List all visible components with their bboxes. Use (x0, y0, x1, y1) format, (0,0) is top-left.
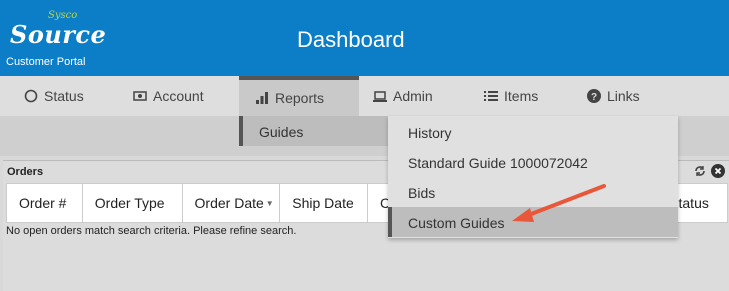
nav-item-reports[interactable]: Reports (239, 76, 359, 116)
sysco-source-logo[interactable]: Sysco Source (8, 10, 108, 50)
nav-item-admin[interactable]: Admin (373, 76, 433, 116)
app-header: Sysco Source Customer Portal Dashboard (0, 0, 729, 76)
refresh-icon[interactable] (693, 164, 707, 178)
column-header-order-type[interactable]: Order Type (83, 184, 183, 222)
dropdown-item-standard-guide[interactable]: Standard Guide 1000072042 (388, 147, 678, 177)
dropdown-item-bids[interactable]: Bids (388, 177, 678, 207)
sort-caret-icon: ▼ (265, 198, 274, 208)
nav-item-label: Items (504, 88, 539, 104)
panel-controls (693, 164, 725, 178)
nav-item-links[interactable]: ? Links (587, 76, 640, 116)
circle-icon (24, 89, 38, 103)
nav-item-label: Status (44, 88, 84, 104)
orders-panel-title: Orders (7, 166, 44, 178)
reports-dropdown-menu: History Standard Guide 1000072042 Bids C… (388, 116, 678, 238)
nav-item-account[interactable]: Account (133, 76, 204, 116)
nav-item-label: Account (153, 88, 204, 104)
list-icon (484, 89, 498, 103)
svg-text:?: ? (591, 92, 597, 103)
nav-item-label: Reports (275, 90, 325, 106)
nav-item-status[interactable]: Status (24, 76, 84, 116)
logo-source-text: Source (10, 20, 107, 49)
question-circle-icon: ? (587, 89, 601, 103)
dropdown-item-history[interactable]: History (388, 117, 678, 147)
money-icon (133, 89, 147, 103)
column-header-order-date[interactable]: Order Date ▼ (183, 184, 281, 222)
main-navbar: Status Account Reports Admin Items ? Lin… (0, 76, 729, 116)
subnav-item-guides[interactable]: Guides (239, 116, 389, 146)
nav-item-label: Links (607, 88, 640, 104)
dropdown-item-custom-guides[interactable]: Custom Guides (388, 207, 678, 237)
empty-message: No open orders match search criteria. Pl… (6, 225, 297, 237)
page-title: Dashboard (297, 27, 405, 52)
column-header-order-number[interactable]: Order # (7, 184, 83, 222)
laptop-icon (373, 89, 387, 103)
bar-chart-icon (255, 91, 269, 105)
nav-item-items[interactable]: Items (484, 76, 538, 116)
close-icon[interactable] (711, 164, 725, 178)
nav-item-label: Admin (393, 88, 433, 104)
portal-label: Customer Portal (6, 56, 86, 68)
column-header-ship-date[interactable]: Ship Date (280, 184, 369, 222)
